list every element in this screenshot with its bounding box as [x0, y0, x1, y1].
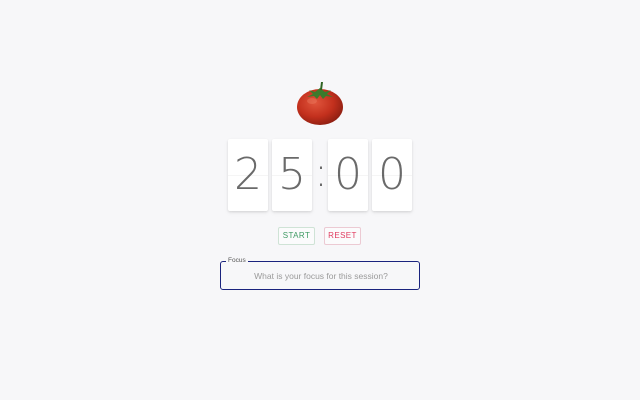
focus-label: Focus [226, 256, 248, 265]
reset-button[interactable]: RESET [324, 227, 361, 245]
countdown-display: 2 5 : 0 0 [226, 139, 416, 213]
minutes-tens-digit: 2 [228, 139, 268, 211]
focus-field: Focus [220, 256, 420, 290]
time-separator: : [314, 150, 328, 196]
minutes-ones-digit: 5 [272, 139, 312, 211]
seconds-ones-digit: 0 [372, 139, 412, 211]
tomato-icon [297, 82, 343, 125]
focus-input[interactable] [225, 265, 417, 287]
seconds-tens-digit: 0 [328, 139, 368, 211]
pomodoro-app: 2 5 : 0 0 START RESET Focus [0, 0, 640, 400]
start-button[interactable]: START [278, 227, 315, 245]
